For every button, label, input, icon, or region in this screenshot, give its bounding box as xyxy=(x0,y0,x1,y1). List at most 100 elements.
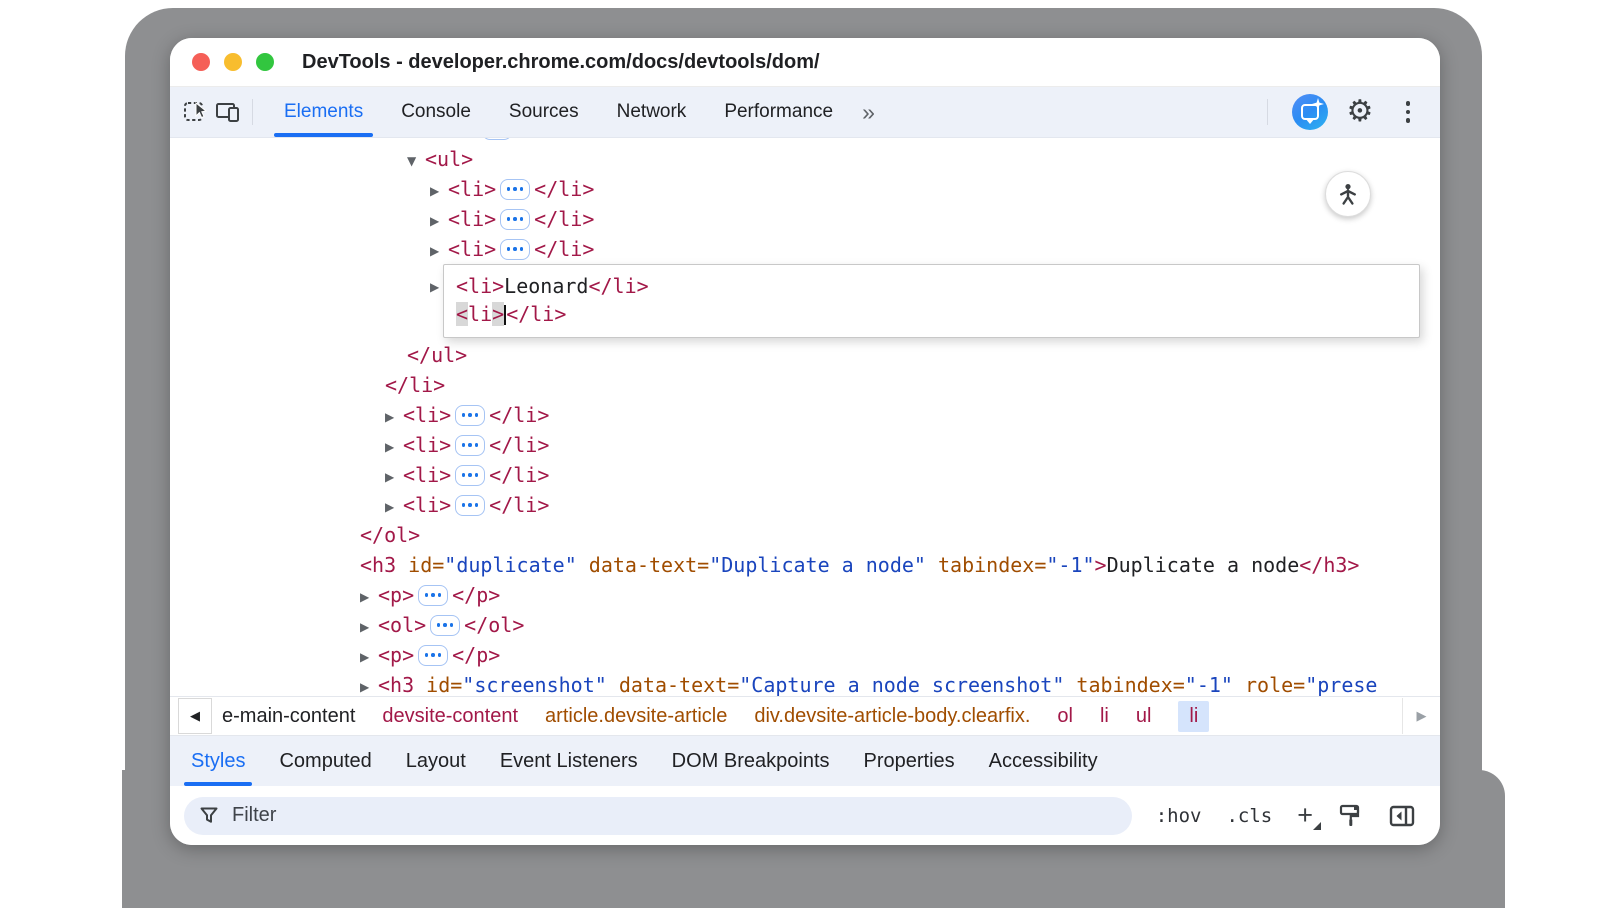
tab-sources[interactable]: Sources xyxy=(490,87,598,137)
breadcrumb-back-button[interactable]: ◀ xyxy=(178,698,212,734)
close-button[interactable] xyxy=(192,53,210,71)
dom-tree-row[interactable]: ▶<li></li> xyxy=(170,490,1440,520)
dom-tree-row[interactable]: ▶<li></li> xyxy=(170,234,1440,264)
class-toggle[interactable]: .cls xyxy=(1226,805,1272,827)
breadcrumb-item[interactable]: div.devsite-article-body.clearfix. xyxy=(754,705,1030,728)
expand-ellipsis-button[interactable] xyxy=(455,405,485,426)
expand-arrow-icon[interactable]: ▶ xyxy=(385,402,403,432)
devtools-toolbar: ElementsConsoleSourcesNetworkPerformance… xyxy=(170,87,1440,138)
tab-properties[interactable]: Properties xyxy=(847,736,972,786)
tab-dom-breakpoints[interactable]: DOM Breakpoints xyxy=(655,736,847,786)
expand-arrow-icon[interactable]: ▶ xyxy=(430,236,448,266)
expand-arrow-icon[interactable]: ▶ xyxy=(360,582,378,612)
toolbar-right: ⚙ xyxy=(1259,94,1430,130)
expand-arrow-icon[interactable]: ▶ xyxy=(430,176,448,206)
code-token: </li> xyxy=(534,177,594,201)
ai-assistance-button[interactable] xyxy=(1292,94,1328,130)
pseudo-state-toggle[interactable]: :hov xyxy=(1156,805,1202,827)
expand-ellipsis-button[interactable] xyxy=(455,495,485,516)
code-token: </h3> xyxy=(1299,553,1359,577)
dom-tree-row[interactable]: ▶<li></li> xyxy=(170,400,1440,430)
tab-performance[interactable]: Performance xyxy=(705,87,852,137)
dom-tree-row[interactable]: ▶<li></li> xyxy=(170,204,1440,234)
tab-console[interactable]: Console xyxy=(382,87,490,137)
code-token: tabindex= xyxy=(926,553,1046,577)
ai-bubble-tail-icon xyxy=(1305,118,1315,124)
menu-button[interactable] xyxy=(1392,96,1424,128)
settings-button[interactable]: ⚙ xyxy=(1344,96,1376,128)
breadcrumb-item[interactable]: e-main-content xyxy=(222,705,355,728)
style-filter[interactable] xyxy=(184,797,1132,835)
tab-network[interactable]: Network xyxy=(598,87,706,137)
gear-icon: ⚙ xyxy=(1347,97,1374,127)
breadcrumb-item[interactable]: ul xyxy=(1136,705,1152,728)
dom-tree-row[interactable]: ▼<ul> xyxy=(170,144,1440,174)
expand-ellipsis-button[interactable] xyxy=(418,585,448,606)
expand-ellipsis-button[interactable] xyxy=(455,465,485,486)
zoom-button[interactable] xyxy=(256,53,274,71)
expand-ellipsis-button[interactable] xyxy=(418,645,448,666)
expand-ellipsis-button[interactable] xyxy=(500,179,530,200)
expand-arrow-icon[interactable]: ▶ xyxy=(385,432,403,462)
tab-computed[interactable]: Computed xyxy=(262,736,388,786)
dom-tree-row[interactable]: </li> xyxy=(170,370,1440,400)
accessibility-fab[interactable] xyxy=(1325,171,1371,217)
expand-ellipsis-button[interactable] xyxy=(500,239,530,260)
elements-panel[interactable]: <li></li>▼<ul>▶<li></li>▶<li></li>▶<li><… xyxy=(170,138,1440,696)
node-edit-box[interactable]: <li>Leonard</li><li></li> xyxy=(443,264,1420,338)
dom-tree-row[interactable]: </ul> xyxy=(170,340,1440,370)
breadcrumb-item[interactable]: ol xyxy=(1057,705,1073,728)
dom-tree-row[interactable]: ▶<p></p> xyxy=(170,640,1440,670)
page-background: DevTools - developer.chrome.com/docs/dev… xyxy=(0,0,1600,908)
tab-event-listeners[interactable]: Event Listeners xyxy=(483,736,655,786)
tab-accessibility[interactable]: Accessibility xyxy=(972,736,1115,786)
toolbar-divider-right xyxy=(1267,99,1268,125)
code-token: < xyxy=(456,302,468,326)
dom-tree-row[interactable]: <h3 id="duplicate" data-text="Duplicate … xyxy=(170,550,1440,580)
breadcrumb-forward-button[interactable]: ▶ xyxy=(1402,698,1440,734)
breadcrumb-item[interactable]: article.devsite-article xyxy=(545,705,727,728)
breadcrumb-item[interactable]: devsite-content xyxy=(382,705,518,728)
tab-styles[interactable]: Styles xyxy=(174,736,262,786)
toggle-sidebar-button[interactable] xyxy=(1389,804,1416,828)
tab-elements[interactable]: Elements xyxy=(265,87,382,137)
collapse-arrow-icon[interactable]: ▼ xyxy=(407,146,425,176)
dom-row-editing[interactable]: ▶<li>Leonard</li><li></li> xyxy=(170,264,1440,340)
tab-layout[interactable]: Layout xyxy=(389,736,483,786)
expand-ellipsis-button[interactable] xyxy=(430,615,460,636)
breadcrumb-item[interactable]: li xyxy=(1100,705,1109,728)
code-token: <li> xyxy=(403,403,451,427)
dom-tree-row[interactable]: ▶<p></p> xyxy=(170,580,1440,610)
expand-ellipsis-button[interactable] xyxy=(500,209,530,230)
styles-tabbar: StylesComputedLayoutEvent ListenersDOM B… xyxy=(170,735,1440,786)
expand-arrow-icon[interactable]: ▶ xyxy=(360,612,378,642)
code-token: id= xyxy=(396,553,444,577)
device-toolbar-button[interactable] xyxy=(212,96,244,128)
dom-tree-row[interactable]: ▶<ol></ol> xyxy=(170,610,1440,640)
inspect-element-button[interactable] xyxy=(180,96,212,128)
code-token: "-1" xyxy=(1185,673,1233,696)
breadcrumb-item[interactable]: li xyxy=(1178,701,1209,732)
dom-tree-row[interactable]: ▶<li></li> xyxy=(170,174,1440,204)
new-style-rule-button[interactable]: + xyxy=(1297,802,1313,829)
expand-arrow-icon[interactable]: ▶ xyxy=(385,462,403,492)
more-tabs-button[interactable]: » xyxy=(852,99,884,126)
minimize-button[interactable] xyxy=(224,53,242,71)
dom-tree-row[interactable]: ▶<li></li> xyxy=(170,430,1440,460)
code-token: > xyxy=(1095,553,1107,577)
expand-arrow-icon[interactable]: ▶ xyxy=(430,206,448,236)
expand-ellipsis-button[interactable] xyxy=(455,435,485,456)
expand-ellipsis-button[interactable] xyxy=(482,138,512,140)
dom-tree-row[interactable]: ▶<h3 id="screenshot" data-text="Capture … xyxy=(170,670,1440,696)
edit-line: <li>Leonard</li> xyxy=(456,272,1419,300)
expand-arrow-icon[interactable]: ▶ xyxy=(360,642,378,672)
code-token: </li> xyxy=(516,138,576,141)
filter-input[interactable] xyxy=(230,803,1116,828)
code-token: </ol> xyxy=(464,613,524,637)
code-token: id= xyxy=(414,673,462,696)
dom-tree-row[interactable]: </ol> xyxy=(170,520,1440,550)
rendering-brush-button[interactable] xyxy=(1338,803,1364,829)
expand-arrow-icon[interactable]: ▶ xyxy=(360,672,378,696)
expand-arrow-icon[interactable]: ▶ xyxy=(385,492,403,522)
dom-tree-row[interactable]: ▶<li></li> xyxy=(170,460,1440,490)
